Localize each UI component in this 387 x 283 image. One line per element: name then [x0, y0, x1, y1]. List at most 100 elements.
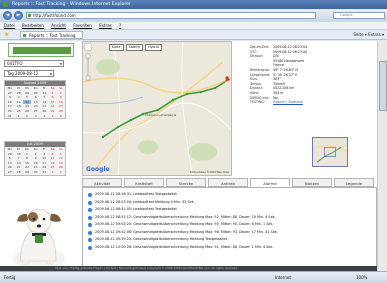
zoom-links[interactable]: Zoomin | Zoomout	[273, 100, 310, 105]
alarm-text: 2009-08-12 09:42:06: Geschwindigkeitsübe…	[95, 229, 278, 234]
alarm-item[interactable]: 2009-08-12 09:03:20: Geschwindigkeitsübe…	[83, 221, 376, 229]
dog-mascot-image	[2, 201, 76, 269]
calendar-day[interactable]: 1	[15, 114, 23, 119]
alarm-text: 2009-08-12 08:51:12: Geschwindigkeitsübe…	[95, 214, 276, 219]
alarm-info-icon	[88, 238, 92, 242]
menu-bar: Datei Bearbeiten Ansicht Favoriten Extra…	[0, 22, 387, 30]
alarm-text: 2009-08-12 09:03:20: Geschwindigkeitsübe…	[95, 222, 274, 226]
calendar-grid: Mo Di Mi Do Fr Sa So 27 28 29 30 31 1 2 3456789 10 11…	[5, 86, 65, 118]
search-placeholder: Google	[340, 13, 353, 17]
scrollbar-thumb[interactable]	[379, 61, 387, 111]
address-bar: ◄ ► http://fastrfound.com Google	[0, 9, 387, 22]
calendar-day[interactable]: 3	[31, 114, 40, 119]
menu-help[interactable]: ?	[119, 23, 121, 28]
alarm-item[interactable]: 2009-08-12 08:23:04: Lewbauftest Meldung…	[83, 199, 376, 207]
alarm-info-icon	[88, 193, 92, 197]
alarm-text: 2009-08-12 09:59:20: Geschwindigkeitsübe…	[95, 237, 227, 241]
tab-kraftstoff[interactable]: Kraftstoff	[124, 178, 164, 187]
alarm-item[interactable]: 2009-08-12 08:16:31: Lewbauftest Testges…	[83, 191, 376, 199]
browser-tab[interactable]: Reports :: Fast Tracking	[20, 31, 83, 39]
map-type-satellite-button[interactable]: Satellit	[125, 44, 143, 51]
alarm-item[interactable]: 2009-08-12 08:41:05: Lewbauftest Testges…	[83, 206, 376, 214]
search-field[interactable]: Google	[333, 12, 385, 19]
calendar-day[interactable]: 29	[23, 170, 31, 175]
map-type-buttons: Karte Satellit Hybrid	[109, 44, 163, 51]
alarm-info-icon	[88, 245, 92, 250]
info-key: Breitengrad:	[250, 67, 270, 72]
report-tabs: Aktivität Kraftstoff Strecke Antrieb Ala…	[82, 178, 377, 187]
map-type-hybrid-button[interactable]: Hybrid	[145, 44, 162, 51]
calendar-day[interactable]: 1	[48, 170, 56, 175]
alarm-info-icon	[88, 215, 92, 220]
tab-legende[interactable]: Legende	[334, 178, 374, 187]
forward-button[interactable]: ►	[14, 11, 23, 20]
page-content: 041TFO Tag 2009-08-12 August 2009 MoDiMi…	[0, 41, 387, 271]
calendar-day[interactable]: 27	[5, 170, 15, 175]
tab-favicon	[23, 34, 26, 37]
zoom-links-text[interactable]: Zoomin | Zoomout	[273, 100, 303, 104]
map-town-label: Châlons-en-Champagne	[145, 114, 177, 117]
menu-ansicht[interactable]: Ansicht	[51, 23, 66, 28]
calendar-day[interactable]: 31	[40, 170, 48, 175]
menu-extras[interactable]: Extras	[99, 23, 112, 28]
menu-datei[interactable]: Datei	[4, 23, 15, 28]
info-key: TESTING:	[250, 100, 265, 105]
alarm-info-icon	[88, 208, 92, 212]
position-info-table: Datum/Zeit: 2009-08-12 08:23:04 UTC: 2009-…	[250, 45, 310, 105]
alarm-text: 2009-08-12 10:00:28: Geschwindigkeitsübe…	[95, 244, 274, 249]
date-select[interactable]: Tag 2009-08-12	[4, 70, 54, 77]
tab-notizen[interactable]: Notizen	[292, 178, 332, 187]
title-bar: Reports :: Fast Tracking - Windows Inter…	[0, 0, 387, 9]
calendar-day[interactable]: 2	[23, 114, 31, 119]
calendar-day[interactable]: 6	[57, 114, 65, 119]
calendar-day[interactable]: 4	[40, 114, 48, 119]
vehicle-select[interactable]: 041TFO	[4, 60, 64, 67]
alarm-item[interactable]: 2009-08-12 09:42:06: Geschwindigkeitsübe…	[83, 229, 376, 237]
calendar-day[interactable]: 5	[48, 114, 56, 119]
map-zoom-control[interactable]	[83, 42, 93, 82]
url-field[interactable]: http://fastrfound.com	[26, 12, 316, 19]
alarm-list: 2009-08-12 08:16:31: Lewbauftest Testges…	[82, 187, 377, 267]
tab-aktivitaet[interactable]: Aktivität	[82, 178, 122, 187]
calendar-day[interactable]: 28	[15, 170, 23, 175]
status-bar: Fertig Internet 100%	[0, 271, 387, 283]
alarm-info-icon	[88, 223, 92, 227]
overview-minimap[interactable]	[312, 137, 348, 167]
status-text: Fertig	[4, 275, 16, 280]
info-value: 2009-08-12 08:23:04	[273, 45, 307, 49]
alarm-text: 2009-08-12 08:41:05: Lewbauftest Testges…	[95, 207, 177, 211]
route-map[interactable]: Karte Satellit Hybrid Châlons-en-Champag…	[82, 41, 232, 176]
tab-strecke[interactable]: Strecke	[166, 178, 206, 187]
calendar-day[interactable]: 30	[31, 170, 40, 175]
page-scrollbar[interactable]	[377, 41, 387, 271]
alarm-info-icon	[88, 200, 92, 205]
window-title: Reports :: Fast Tracking - Windows Inter…	[12, 2, 131, 7]
favorites-star-icon[interactable]: ★	[4, 32, 9, 38]
tab-antrieb[interactable]: Antrieb	[208, 178, 248, 187]
calendar-august: August 2009 Mo Di Mi Do Fr Sa So 27 28 29 30 31 1 2 …	[4, 80, 66, 120]
alarm-item[interactable]: 2009-08-12 08:51:12: Geschwindigkeitsübe…	[83, 214, 376, 222]
url-text: http://fastrfound.com	[33, 13, 76, 18]
calendar-day[interactable]: 31	[5, 114, 15, 119]
google-logo: Google	[86, 166, 110, 173]
alarm-item[interactable]: 2009-08-12 09:59:20: Geschwindigkeitsübe…	[83, 236, 376, 244]
alarm-info-icon	[88, 230, 92, 235]
back-button[interactable]: ◄	[3, 11, 12, 20]
menu-bearbeiten[interactable]: Bearbeiten	[22, 23, 44, 28]
map-canvas	[83, 42, 231, 175]
tab-alarme[interactable]: Alarme	[250, 178, 290, 187]
command-bar-tools[interactable]: Seite ▾ Extras ▾	[353, 31, 384, 39]
alarm-item[interactable]: 2009-08-12 10:00:28: Geschwindigkeitsübe…	[83, 244, 376, 252]
site-logo	[8, 43, 74, 57]
left-panel: 041TFO Tag 2009-08-12 August 2009 MoDiMi…	[0, 41, 80, 271]
calendar-day[interactable]: 2	[57, 170, 65, 175]
zoom-level[interactable]: 100%	[356, 272, 367, 283]
menu-favoriten[interactable]: Favoriten	[73, 23, 92, 28]
alarm-text: 2009-08-12 08:16:31: Lewbauftest Testges…	[95, 192, 177, 196]
map-copyright: Kartendaten ©2009 Tele Atlas	[189, 171, 229, 174]
tab-label: Reports :: Fast Tracking	[29, 33, 76, 38]
favorites-bar: ★ Reports :: Fast Tracking Seite ▾ Extra…	[0, 30, 387, 40]
ie-app-icon	[3, 2, 8, 7]
calendar-grid: Mo Di Mi Do Fr Sa So 29 30 1 2 3 4 5 6 7 8 9 10 11 12 13 14…	[5, 147, 65, 175]
map-type-map-button[interactable]: Karte	[109, 44, 124, 51]
